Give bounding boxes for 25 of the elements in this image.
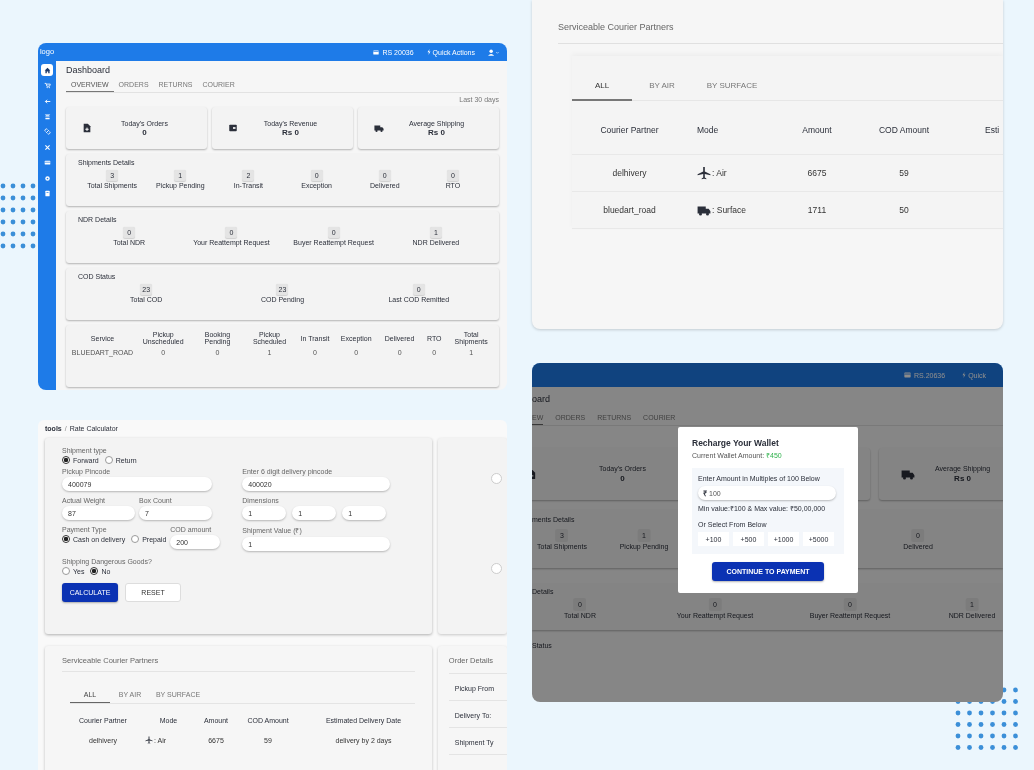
tab[interactable]: ALL	[572, 75, 632, 101]
stat-value: Rs 0	[428, 127, 445, 137]
table-cell: : Air	[712, 168, 727, 178]
table-cell-text: delhivery	[611, 168, 648, 178]
table-cell-text: 59	[898, 168, 910, 178]
stat-value: Rs 0	[954, 474, 971, 483]
tab[interactable]: BY SURFACE	[692, 75, 772, 101]
column-header: COD Amount	[877, 124, 931, 135]
table-cell-text: 1711	[806, 205, 828, 215]
column-header: Amount	[801, 124, 833, 135]
table-cell-text: 50	[898, 205, 910, 215]
table-cell-text: 6675	[806, 168, 828, 178]
page-title: Dashboard	[66, 65, 112, 76]
panel-title: Serviceable Courier Partners	[558, 22, 1003, 44]
dialog-title: Recharge Your Wallet	[692, 438, 779, 448]
table-cell-text: bluedart_road	[602, 205, 657, 215]
column-header: Esti	[984, 124, 1001, 135]
stat-value: 0	[142, 127, 147, 137]
stat-value: 0	[620, 474, 625, 483]
column-header: Courier Partner	[599, 124, 660, 135]
tab[interactable]: BY AIR	[632, 75, 692, 101]
stat-value: Rs 0	[282, 127, 299, 137]
column-header: Mode	[696, 124, 720, 135]
page-title: oard	[532, 394, 551, 405]
table-cell: : Surface	[712, 205, 747, 215]
